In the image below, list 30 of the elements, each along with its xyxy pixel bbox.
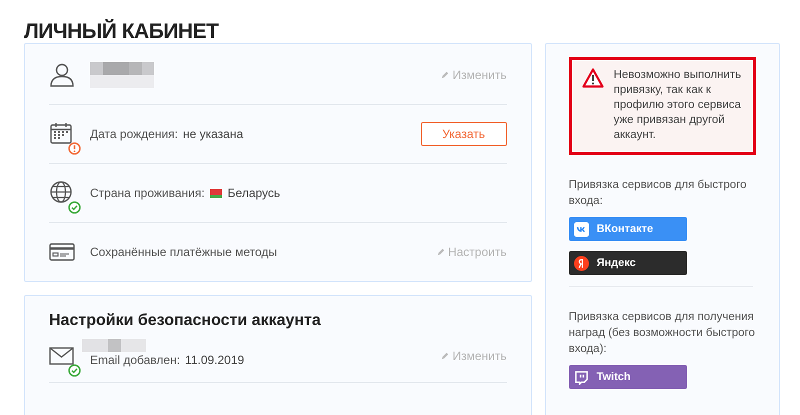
page-title: ЛИЧНЫЙ КАБИНЕТ: [24, 18, 220, 43]
edit-link[interactable]: Настроить: [436, 245, 507, 259]
service-button[interactable]: Twitch: [568, 365, 687, 389]
row-value: 11.09.2019: [185, 353, 244, 367]
pencil-icon: [436, 247, 445, 257]
service-button[interactable]: Яндекс: [568, 251, 687, 275]
row-label: Страна проживания:: [90, 186, 205, 200]
blurred-name: [90, 62, 154, 88]
flag-icon: [210, 188, 222, 198]
user-icon: [49, 62, 75, 88]
vk-icon: [574, 222, 589, 236]
pencil-icon: [441, 70, 450, 80]
edit-link[interactable]: Изменить: [441, 349, 507, 363]
yandex-icon: [574, 256, 589, 270]
alert-text: Невозможно выполнить привязку, так как к профилю этого сервиса уже привязан другой аккаунт.: [614, 68, 742, 143]
pencil-icon: [441, 351, 450, 361]
row-value: не указана: [182, 127, 244, 141]
edit-link[interactable]: Изменить: [441, 68, 507, 82]
services-label: Привязка сервисов для получения наград (без возможности быстрого входа):: [568, 310, 756, 357]
section-title: Настройки безопасности аккаунта: [49, 311, 322, 330]
blurred-email: [82, 339, 146, 352]
twitch-icon: [574, 370, 589, 384]
services-label: Привязка сервисов для быстрого входа:: [568, 178, 748, 209]
row-value: Беларусь: [228, 186, 280, 200]
row-label: Дата рождения:: [90, 127, 178, 141]
row-label: Email добавлен:: [90, 353, 180, 367]
warning-icon: [582, 68, 604, 88]
specify-button[interactable]: Указать: [420, 122, 507, 146]
row-label: Сохранённые платёжные методы: [90, 245, 278, 259]
service-button[interactable]: ВКонтакте: [568, 217, 687, 241]
